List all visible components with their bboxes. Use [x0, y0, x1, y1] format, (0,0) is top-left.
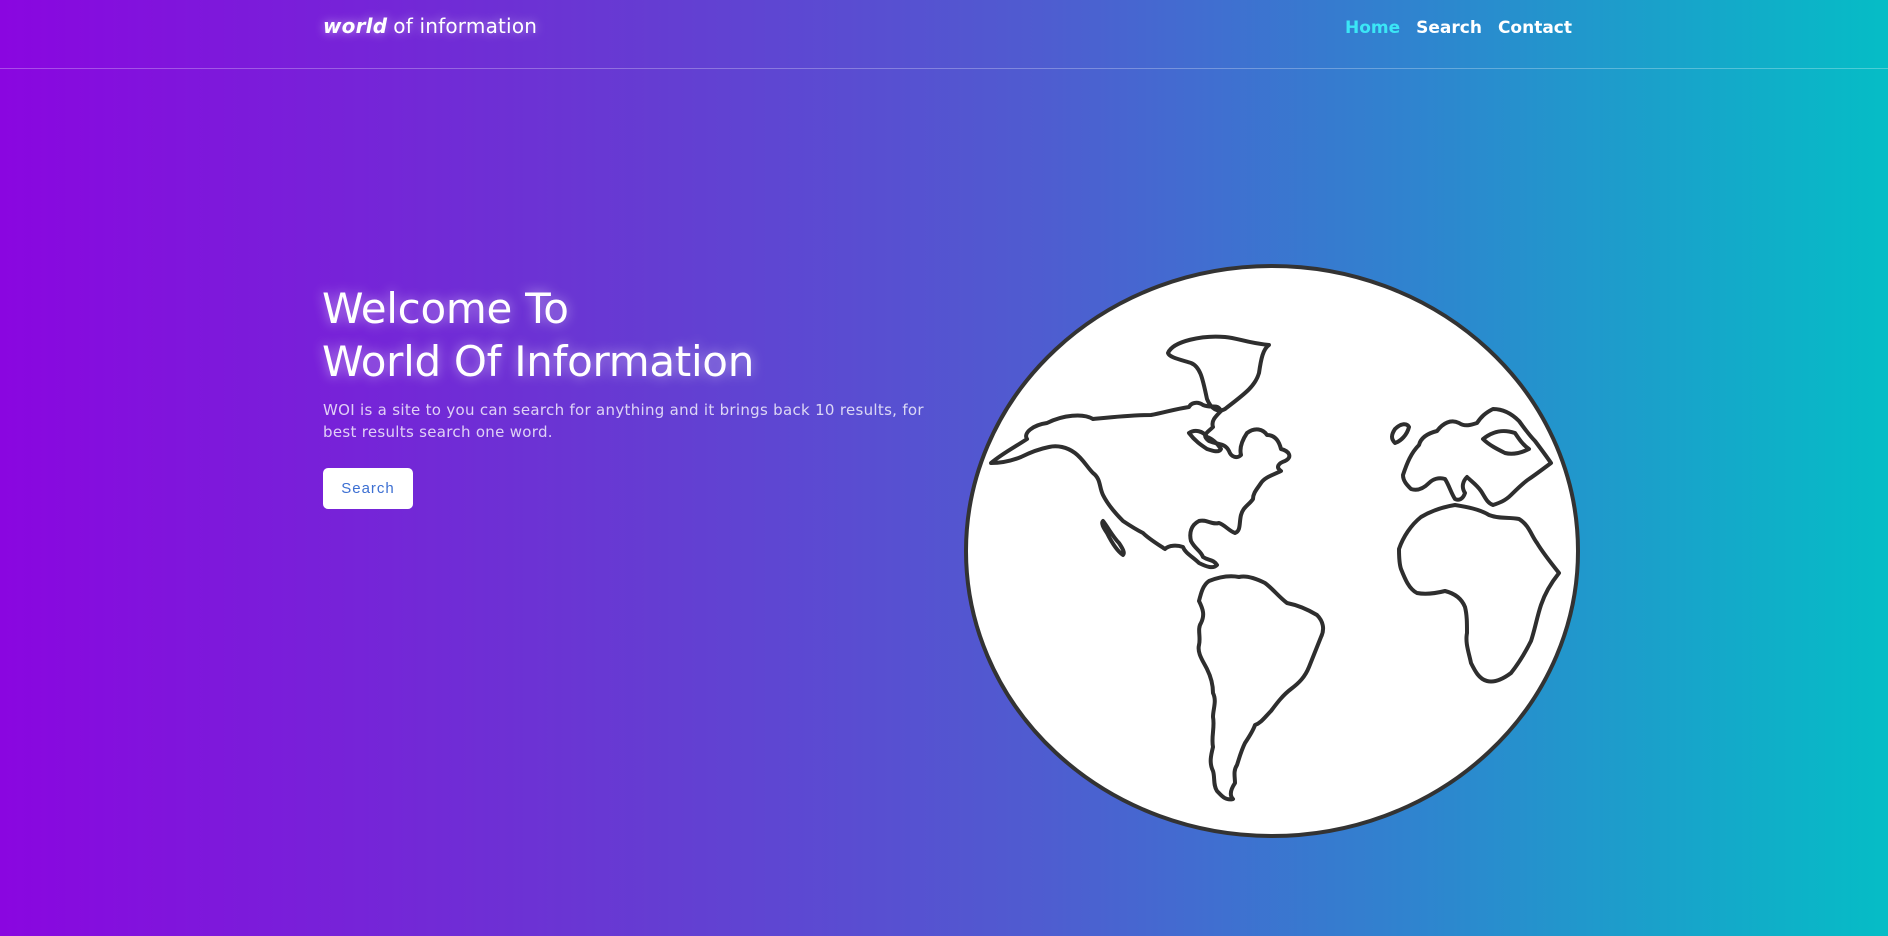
globe-icon	[963, 263, 1581, 843]
brand-logo-light: of information	[393, 14, 538, 38]
brand-logo[interactable]: world of information	[323, 14, 537, 38]
nav-contact-link[interactable]: Contact	[1498, 18, 1572, 38]
hero-search-button[interactable]: Search	[323, 468, 413, 509]
hero-description: WOI is a site to you can search for anyt…	[323, 401, 924, 441]
hero-title-line-1: Welcome To	[322, 284, 569, 333]
hero-title: Welcome To World Of Information	[322, 282, 754, 388]
nav-home-link[interactable]: Home	[1345, 18, 1400, 38]
hero-title-line-2: World Of Information	[322, 337, 755, 386]
top-navbar: world of information Home Search Contact	[0, 0, 1888, 69]
brand-logo-bold: world	[323, 14, 388, 38]
main-nav: Home Search Contact	[1345, 18, 1572, 38]
nav-search-link[interactable]: Search	[1416, 18, 1482, 38]
